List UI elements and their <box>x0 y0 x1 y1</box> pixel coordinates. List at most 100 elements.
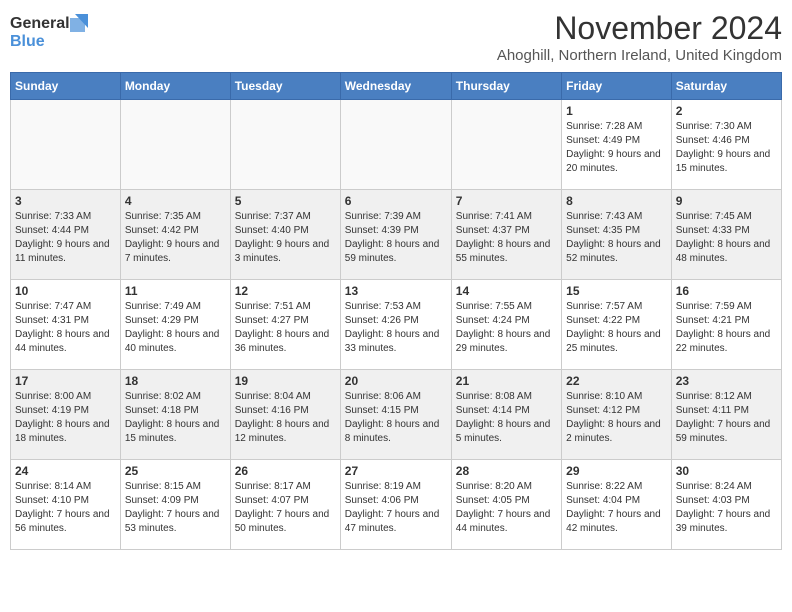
day-info: Sunrise: 7:37 AM Sunset: 4:40 PM Dayligh… <box>235 210 336 266</box>
calendar-cell: 29 Sunrise: 8:22 AM Sunset: 4:04 PM Dayli… <box>562 460 672 550</box>
day-info: Sunrise: 7:41 AM Sunset: 4:37 PM Dayligh… <box>456 210 557 266</box>
day-number: 22 <box>566 374 667 388</box>
day-number: 1 <box>566 104 667 118</box>
logo: General Blue <box>10 10 90 55</box>
calendar-cell: 11 Sunrise: 7:49 AM Sunset: 4:29 PM Dayli… <box>120 280 230 370</box>
day-number: 6 <box>345 194 447 208</box>
calendar-cell: 18Sunrise: 8:02 AM Sunset: 4:18 PM Dayli… <box>120 370 230 460</box>
day-info: Sunrise: 8:12 AM Sunset: 4:11 PM Dayligh… <box>676 390 777 446</box>
calendar-cell: 27 Sunrise: 8:19 AM Sunset: 4:06 PM Dayli… <box>340 460 451 550</box>
weekday-wednesday: Wednesday <box>340 73 451 100</box>
calendar-cell: 25Sunrise: 8:15 AM Sunset: 4:09 PM Dayli… <box>120 460 230 550</box>
calendar-cell: 28 Sunrise: 8:20 AM Sunset: 4:05 PM Dayli… <box>451 460 561 550</box>
week-row-2: 3 Sunrise: 7:33 AM Sunset: 4:44 PM Daylig… <box>11 190 782 280</box>
day-info: Sunrise: 8:15 AM Sunset: 4:09 PM Dayligh… <box>125 480 226 536</box>
day-info: Sunrise: 8:24 AM Sunset: 4:03 PM Dayligh… <box>676 480 777 536</box>
day-info: Sunrise: 7:47 AM Sunset: 4:31 PM Dayligh… <box>15 300 116 356</box>
day-info: Sunrise: 8:10 AM Sunset: 4:12 PM Dayligh… <box>566 390 667 446</box>
logo-icon: General Blue <box>10 10 90 55</box>
day-info: Sunrise: 7:43 AM Sunset: 4:35 PM Dayligh… <box>566 210 667 266</box>
calendar-cell: 9 Sunrise: 7:45 AM Sunset: 4:33 PM Daylig… <box>671 190 781 280</box>
weekday-tuesday: Tuesday <box>230 73 340 100</box>
day-number: 26 <box>235 464 336 478</box>
calendar-cell <box>120 100 230 190</box>
calendar-cell <box>340 100 451 190</box>
calendar-cell: 4 Sunrise: 7:35 AM Sunset: 4:42 PM Daylig… <box>120 190 230 280</box>
day-info: Sunrise: 8:22 AM Sunset: 4:04 PM Dayligh… <box>566 480 667 536</box>
day-info: Sunrise: 7:39 AM Sunset: 4:39 PM Dayligh… <box>345 210 447 266</box>
day-number: 24 <box>15 464 116 478</box>
svg-text:Blue: Blue <box>10 33 45 50</box>
day-number: 30 <box>676 464 777 478</box>
day-info: Sunrise: 7:57 AM Sunset: 4:22 PM Dayligh… <box>566 300 667 356</box>
calendar-cell: 1 Sunrise: 7:28 AM Sunset: 4:49 PM Daylig… <box>562 100 672 190</box>
weekday-saturday: Saturday <box>671 73 781 100</box>
day-info: Sunrise: 7:35 AM Sunset: 4:42 PM Dayligh… <box>125 210 226 266</box>
calendar-cell: 2 Sunrise: 7:30 AM Sunset: 4:46 PM Daylig… <box>671 100 781 190</box>
day-info: Sunrise: 8:08 AM Sunset: 4:14 PM Dayligh… <box>456 390 557 446</box>
day-number: 11 <box>125 284 226 298</box>
calendar-cell: 10 Sunrise: 7:47 AM Sunset: 4:31 PM Dayli… <box>11 280 121 370</box>
day-info: Sunrise: 7:28 AM Sunset: 4:49 PM Dayligh… <box>566 120 667 176</box>
title-area: November 2024 Ahoghill, Northern Ireland… <box>497 10 782 64</box>
day-info: Sunrise: 7:59 AM Sunset: 4:21 PM Dayligh… <box>676 300 777 356</box>
calendar: SundayMondayTuesdayWednesdayThursdayFrid… <box>10 72 782 550</box>
day-number: 8 <box>566 194 667 208</box>
day-number: 5 <box>235 194 336 208</box>
day-number: 29 <box>566 464 667 478</box>
day-info: Sunrise: 7:33 AM Sunset: 4:44 PM Dayligh… <box>15 210 116 266</box>
calendar-cell <box>11 100 121 190</box>
day-number: 27 <box>345 464 447 478</box>
day-info: Sunrise: 8:06 AM Sunset: 4:15 PM Dayligh… <box>345 390 447 446</box>
week-row-1: 1 Sunrise: 7:28 AM Sunset: 4:49 PM Daylig… <box>11 100 782 190</box>
day-number: 23 <box>676 374 777 388</box>
day-number: 10 <box>15 284 116 298</box>
calendar-cell <box>230 100 340 190</box>
day-number: 12 <box>235 284 336 298</box>
day-info: Sunrise: 7:45 AM Sunset: 4:33 PM Dayligh… <box>676 210 777 266</box>
day-info: Sunrise: 7:55 AM Sunset: 4:24 PM Dayligh… <box>456 300 557 356</box>
day-number: 4 <box>125 194 226 208</box>
calendar-cell: 7 Sunrise: 7:41 AM Sunset: 4:37 PM Daylig… <box>451 190 561 280</box>
day-info: Sunrise: 8:19 AM Sunset: 4:06 PM Dayligh… <box>345 480 447 536</box>
day-info: Sunrise: 8:04 AM Sunset: 4:16 PM Dayligh… <box>235 390 336 446</box>
weekday-monday: Monday <box>120 73 230 100</box>
calendar-cell: 15 Sunrise: 7:57 AM Sunset: 4:22 PM Dayli… <box>562 280 672 370</box>
week-row-3: 10 Sunrise: 7:47 AM Sunset: 4:31 PM Dayli… <box>11 280 782 370</box>
day-info: Sunrise: 7:53 AM Sunset: 4:26 PM Dayligh… <box>345 300 447 356</box>
day-number: 15 <box>566 284 667 298</box>
weekday-friday: Friday <box>562 73 672 100</box>
day-number: 7 <box>456 194 557 208</box>
day-info: Sunrise: 8:20 AM Sunset: 4:05 PM Dayligh… <box>456 480 557 536</box>
day-number: 21 <box>456 374 557 388</box>
location: Ahoghill, Northern Ireland, United Kingd… <box>497 47 782 64</box>
svg-text:General: General <box>10 15 70 32</box>
week-row-4: 17 Sunrise: 8:00 AM Sunset: 4:19 PM Dayli… <box>11 370 782 460</box>
calendar-cell: 6 Sunrise: 7:39 AM Sunset: 4:39 PM Daylig… <box>340 190 451 280</box>
calendar-cell: 26Sunrise: 8:17 AM Sunset: 4:07 PM Dayli… <box>230 460 340 550</box>
day-number: 9 <box>676 194 777 208</box>
day-number: 3 <box>15 194 116 208</box>
week-row-5: 24 Sunrise: 8:14 AM Sunset: 4:10 PM Dayli… <box>11 460 782 550</box>
day-info: Sunrise: 8:00 AM Sunset: 4:19 PM Dayligh… <box>15 390 116 446</box>
calendar-cell: 23 Sunrise: 8:12 AM Sunset: 4:11 PM Dayli… <box>671 370 781 460</box>
day-number: 2 <box>676 104 777 118</box>
calendar-cell: 8 Sunrise: 7:43 AM Sunset: 4:35 PM Daylig… <box>562 190 672 280</box>
weekday-thursday: Thursday <box>451 73 561 100</box>
day-number: 18 <box>125 374 226 388</box>
day-info: Sunrise: 8:14 AM Sunset: 4:10 PM Dayligh… <box>15 480 116 536</box>
calendar-cell: 19 Sunrise: 8:04 AM Sunset: 4:16 PM Dayli… <box>230 370 340 460</box>
day-number: 28 <box>456 464 557 478</box>
day-number: 17 <box>15 374 116 388</box>
calendar-cell: 14 Sunrise: 7:55 AM Sunset: 4:24 PM Dayli… <box>451 280 561 370</box>
day-number: 16 <box>676 284 777 298</box>
calendar-cell: 22 Sunrise: 8:10 AM Sunset: 4:12 PM Dayli… <box>562 370 672 460</box>
day-info: Sunrise: 7:49 AM Sunset: 4:29 PM Dayligh… <box>125 300 226 356</box>
weekday-sunday: Sunday <box>11 73 121 100</box>
calendar-cell: 13Sunrise: 7:53 AM Sunset: 4:26 PM Dayli… <box>340 280 451 370</box>
day-number: 14 <box>456 284 557 298</box>
calendar-cell: 12Sunrise: 7:51 AM Sunset: 4:27 PM Dayli… <box>230 280 340 370</box>
day-number: 19 <box>235 374 336 388</box>
day-info: Sunrise: 7:30 AM Sunset: 4:46 PM Dayligh… <box>676 120 777 176</box>
calendar-cell: 21 Sunrise: 8:08 AM Sunset: 4:14 PM Dayli… <box>451 370 561 460</box>
